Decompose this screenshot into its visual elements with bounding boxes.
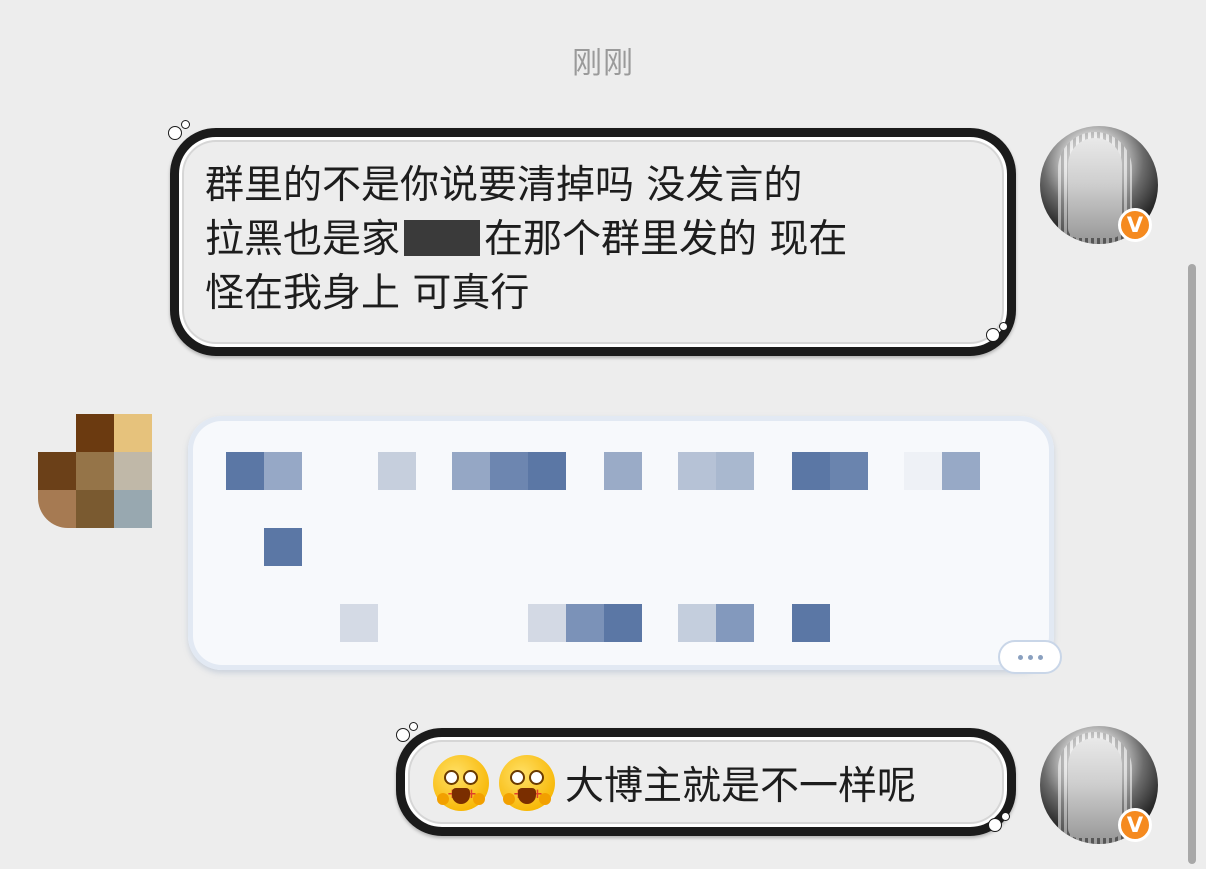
sparkle-decoration — [988, 812, 1010, 834]
avatar-figure — [1068, 138, 1122, 238]
avatar-figure — [1068, 738, 1122, 838]
message-line-part: 拉黑也是家 — [205, 217, 401, 262]
redaction-block — [404, 220, 481, 256]
verified-badge-icon: V — [1118, 808, 1152, 842]
starry-eyed-grin-emoji-icon — [499, 755, 555, 822]
message-bubble-incoming-pixelated[interactable] — [188, 416, 1054, 670]
timestamp: 刚刚 — [572, 46, 634, 81]
avatar-pixelated[interactable] — [38, 414, 152, 528]
message-line: 群里的不是你说要清掉吗 没发言的 — [205, 163, 803, 208]
message-line: 怪在我身上 可真行 — [205, 271, 530, 316]
sparkle-decoration — [168, 120, 190, 142]
verified-badge-icon: V — [1118, 208, 1152, 242]
sparkle-decoration — [396, 722, 418, 744]
sparkle-decoration — [986, 322, 1008, 344]
message-text: 大博主就是不一样呢 — [565, 764, 917, 809]
scrollbar[interactable] — [1188, 264, 1196, 864]
message-line: 大博主就是不一样呢 — [433, 755, 983, 822]
starry-eyed-grin-emoji-icon — [433, 755, 489, 822]
message-bubble-outgoing[interactable]: 群里的不是你说要清掉吗 没发言的 拉黑也是家 在那个群里发的 现在 怪在我身上 可… — [170, 128, 1016, 356]
message-line: 拉黑也是家 在那个群里发的 现在 — [205, 213, 979, 267]
cloud-decoration — [998, 640, 1062, 674]
message-line-part: 在那个群里发的 现在 — [484, 217, 848, 262]
message-bubble-outgoing[interactable]: 大博主就是不一样呢 — [396, 728, 1016, 836]
